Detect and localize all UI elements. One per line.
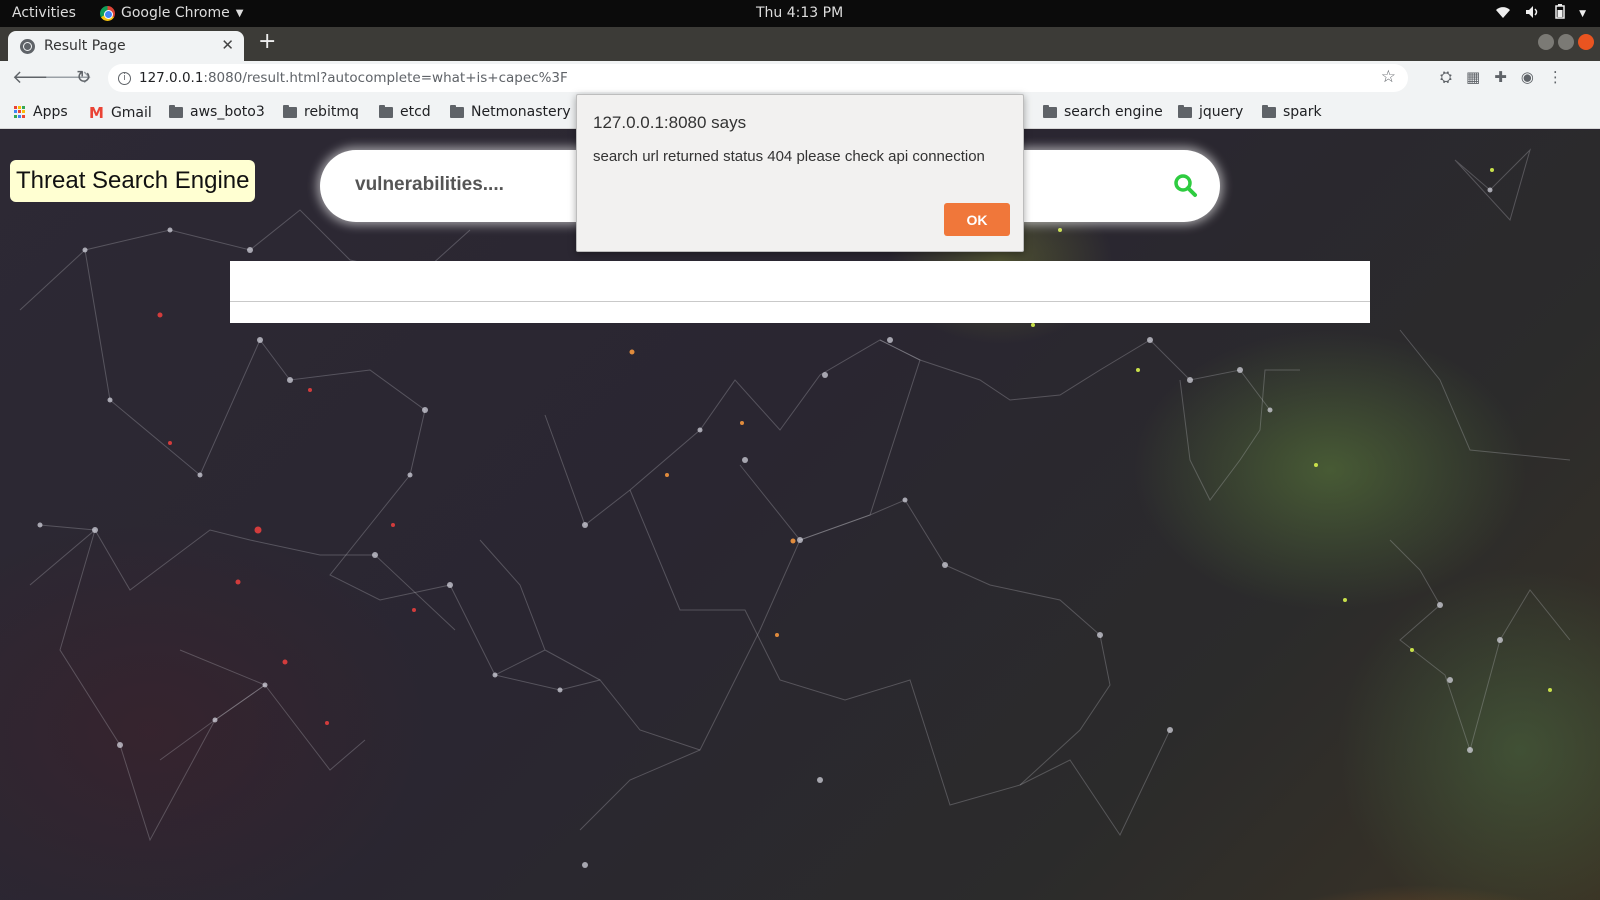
globe-icon [20,38,35,54]
bookmark-gmail[interactable]: M Gmail [89,104,152,122]
bookmark-rebitmq[interactable]: rebitmq [283,104,359,120]
info-icon[interactable]: i [118,71,131,85]
bookmark-label: rebitmq [304,104,359,120]
new-tab-button[interactable]: + [258,31,276,53]
profile-icon[interactable]: ◉ [1521,68,1534,86]
minimize-button[interactable] [1538,34,1554,50]
chevron-down-icon[interactable]: ▼ [1579,9,1586,19]
volume-icon[interactable] [1525,5,1541,23]
folder-icon [1262,104,1276,118]
qr-code-icon[interactable]: ▦ [1466,68,1480,86]
results-divider [230,301,1370,302]
apps-grid-icon [14,106,26,118]
window-controls [1538,34,1594,50]
address-host: 127.0.0.1 [139,70,204,86]
clock[interactable]: Thu 4:13 PM [756,5,843,21]
app-name: Google Chrome [121,5,230,21]
close-tab-icon[interactable]: ✕ [221,36,234,54]
activities-button[interactable]: Activities [12,5,76,21]
chevron-down-icon: ▼ [235,7,244,19]
tab-result-page[interactable]: Result Page ✕ [8,31,244,61]
bookmark-label: Gmail [110,105,152,121]
bookmark-label: search engine [1064,104,1163,120]
puzzle-icon[interactable]: ✚ [1494,68,1507,86]
extensions-area: ⛭ ▦ ✚ ◉ ⋮ [1440,68,1563,86]
folder-icon [283,104,297,118]
bookmark-label: Netmonastery [471,104,571,120]
gmail-icon: M [89,104,104,122]
bookmark-jquery[interactable]: jquery [1178,104,1243,120]
alert-origin: 127.0.0.1:8080 says [593,113,747,132]
bookmark-aws-boto3[interactable]: aws_boto3 [169,104,265,120]
bookmark-label: jquery [1199,104,1244,120]
folder-icon [169,104,183,118]
search-icon[interactable] [1172,172,1200,200]
bookmark-netmonastery[interactable]: Netmonastery [450,104,571,120]
chrome-icon [100,5,115,21]
kebab-menu-icon[interactable]: ⋮ [1548,68,1563,86]
extension-icon[interactable]: ⛭ [1440,68,1452,86]
search-input[interactable]: vulnerabilities.... [355,174,504,196]
system-top-bar: Activities Google Chrome ▼ Thu 4:13 PM ▼ [0,0,1600,27]
folder-icon [450,104,464,118]
reload-icon[interactable]: ↻ [76,67,91,88]
app-menu[interactable]: Google Chrome ▼ [100,5,243,21]
address-path: :8080/result.html?autocomplete=what+is+c… [203,70,568,86]
alert-dialog: 127.0.0.1:8080 says search url returned … [576,94,1024,252]
bookmark-apps[interactable]: Apps [14,104,68,120]
tab-strip: Result Page ✕ [0,27,1600,61]
alert-message: search url returned status 404 please ch… [593,148,985,165]
ok-button[interactable]: OK [944,203,1010,236]
wifi-icon[interactable] [1495,5,1511,23]
close-window-button[interactable] [1578,34,1594,50]
bookmark-label: Apps [33,104,68,120]
address-bar[interactable]: i 127.0.0.1:8080/result.html?autocomplet… [108,64,1408,92]
battery-icon[interactable] [1555,4,1565,23]
maximize-button[interactable] [1558,34,1574,50]
bookmark-etcd[interactable]: etcd [379,104,431,120]
bookmark-label: aws_boto3 [190,104,265,120]
bookmark-search-engine[interactable]: search engine [1043,104,1163,120]
browser-toolbar: 🡐 🡒 ↻ i 127.0.0.1:8080/result.html?autoc… [0,61,1600,95]
system-tray[interactable]: ▼ [1495,4,1586,23]
results-panel [230,261,1370,323]
bookmark-spark[interactable]: spark [1262,104,1322,120]
folder-icon [1178,104,1192,118]
folder-icon [1043,104,1057,118]
bookmark-label: spark [1283,104,1322,120]
folder-icon [379,104,393,118]
bookmark-star-icon[interactable]: ☆ [1381,67,1396,87]
site-logo[interactable]: Threat Search Engine [10,160,256,202]
bookmark-label: etcd [400,104,431,120]
tab-title: Result Page [44,38,126,54]
